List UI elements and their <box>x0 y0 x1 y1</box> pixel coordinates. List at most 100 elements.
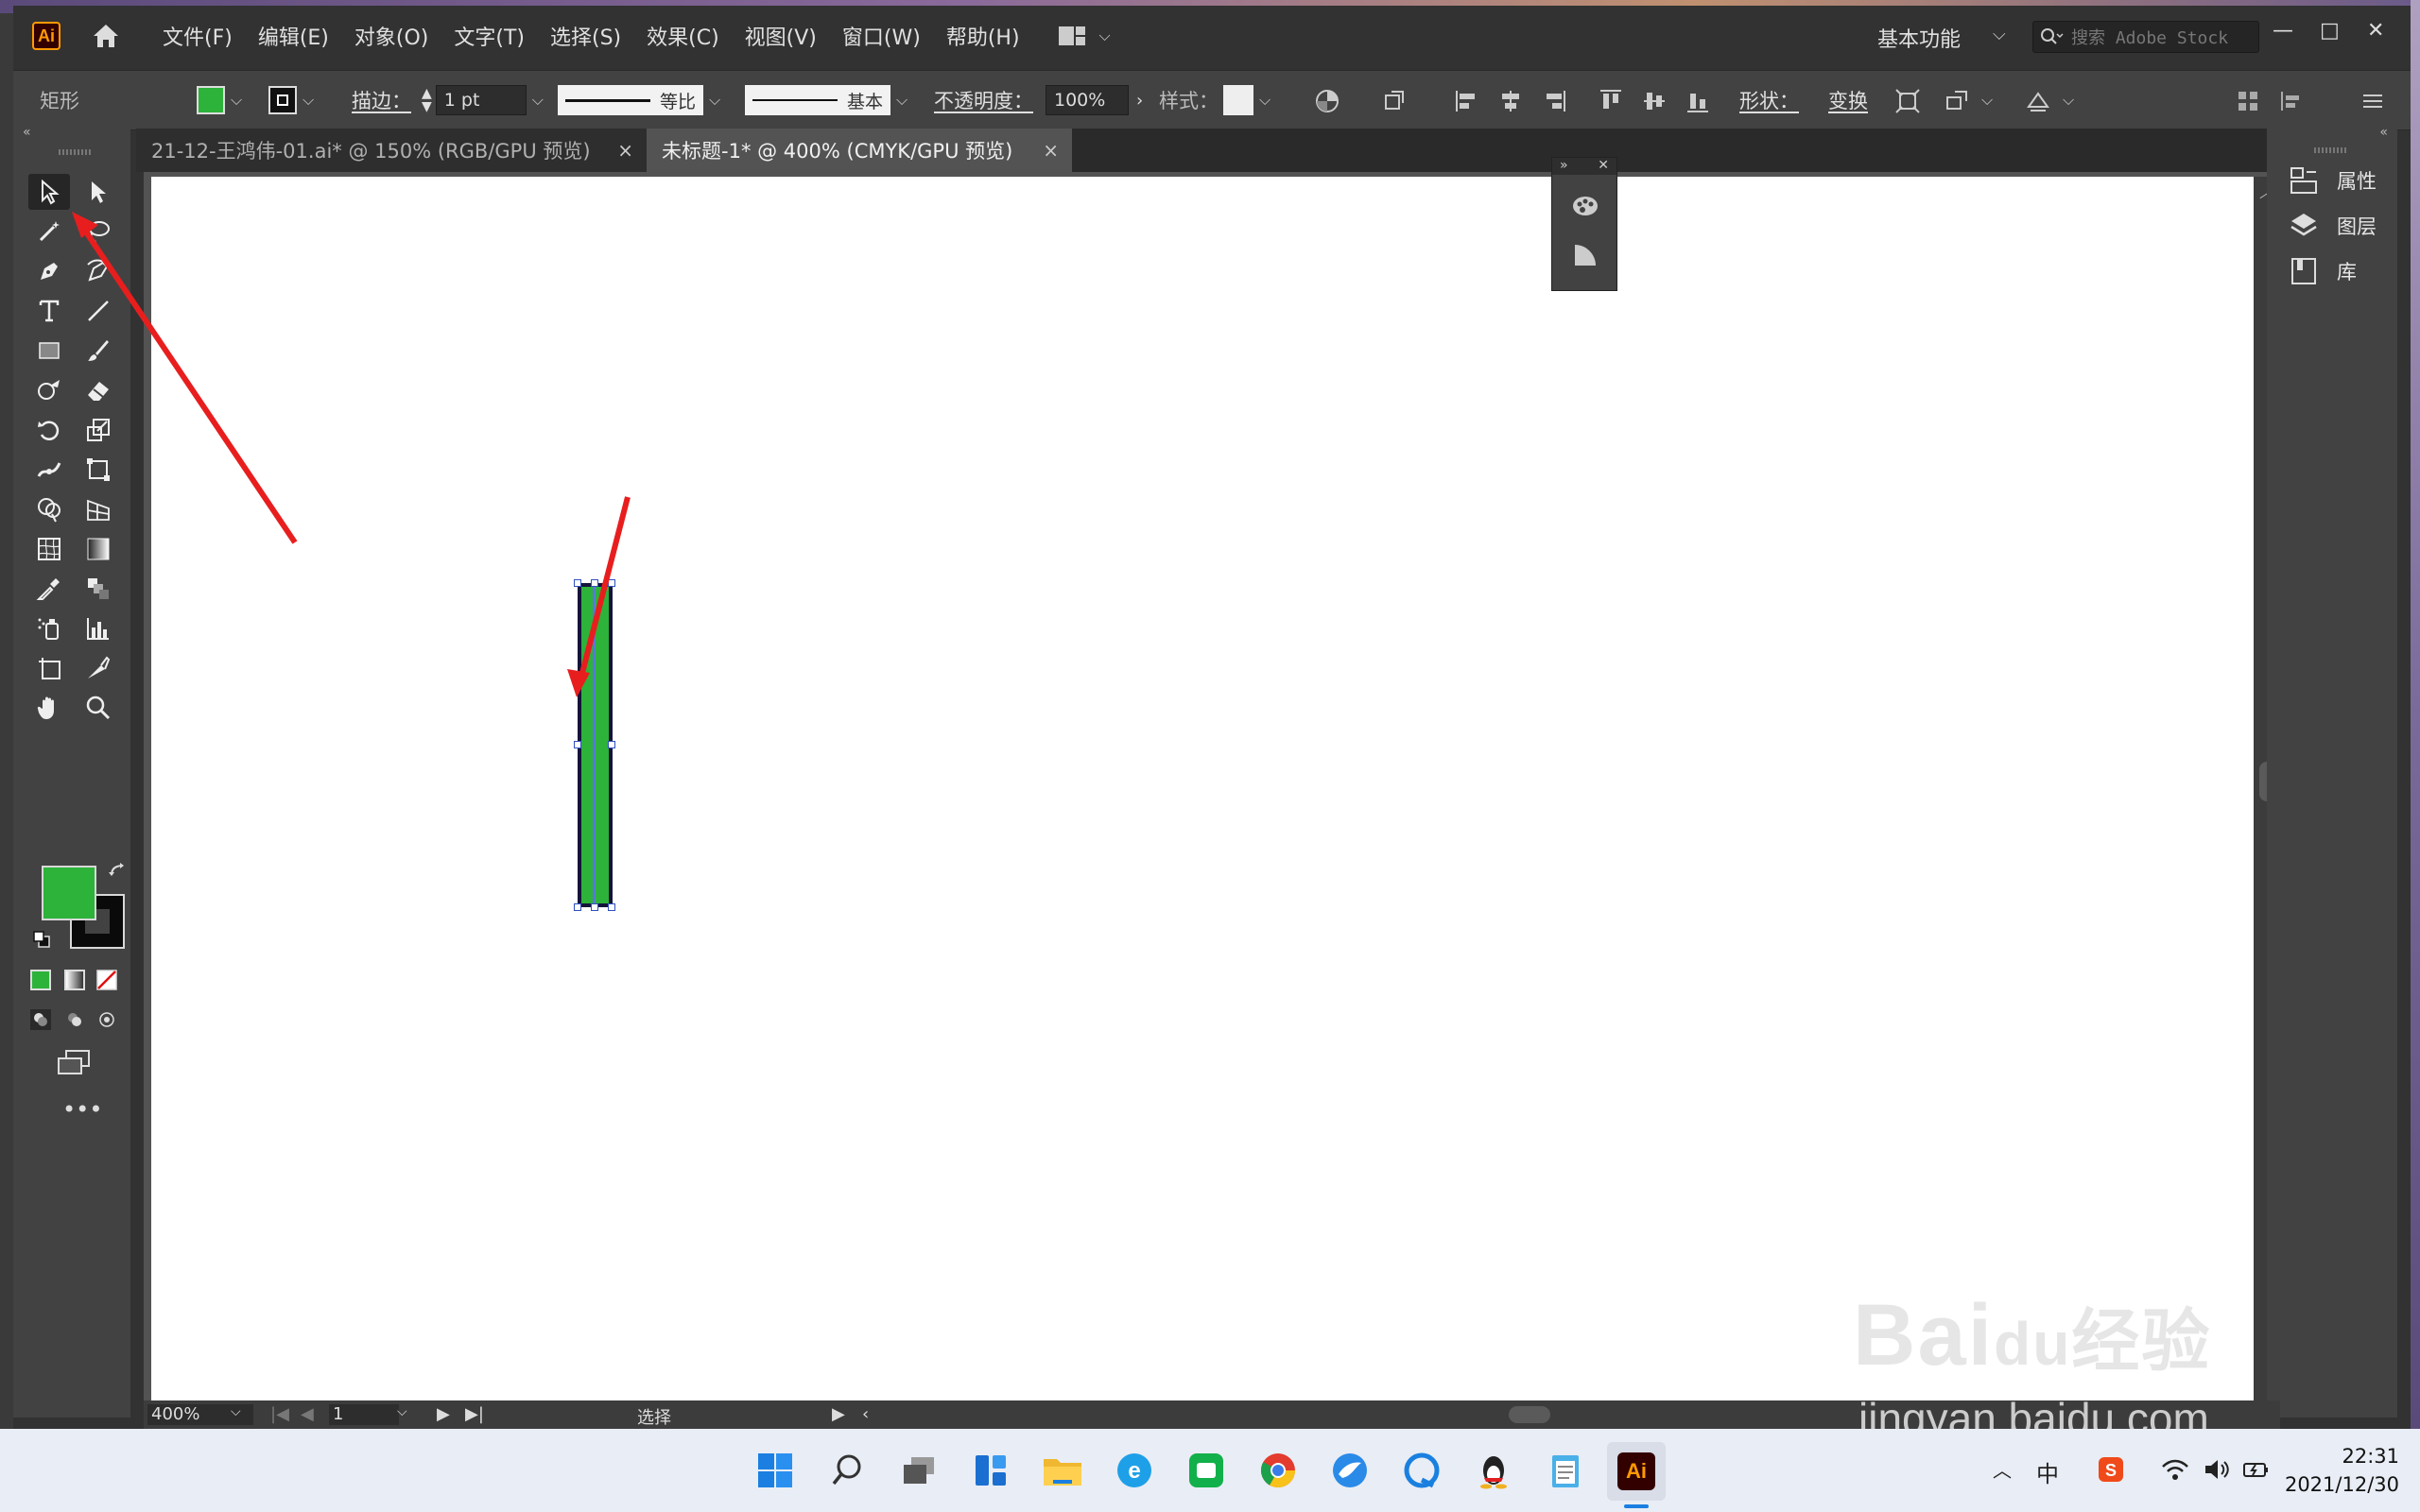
collapse-dock-icon[interactable]: « <box>2379 125 2388 140</box>
selection-handle[interactable] <box>574 579 581 587</box>
stroke-color-control[interactable]: ⌵ <box>268 71 314 129</box>
default-fill-stroke-icon[interactable] <box>32 930 51 949</box>
shape-label[interactable]: 形状： <box>1739 71 1799 129</box>
paintbrush-tool[interactable] <box>78 333 119 369</box>
fill-color-box[interactable] <box>42 866 96 920</box>
selection-handle[interactable] <box>574 903 581 911</box>
wechat-button[interactable] <box>1184 1448 1229 1493</box>
first-artboard-icon[interactable]: |◀ <box>270 1404 289 1424</box>
none-mode-icon[interactable] <box>96 970 117 990</box>
draw-inside-icon[interactable] <box>96 1009 117 1030</box>
opacity-input[interactable]: 100% <box>1046 85 1129 115</box>
qq-button[interactable] <box>1471 1448 1516 1493</box>
shaper-tool[interactable] <box>28 372 70 408</box>
type-tool[interactable] <box>28 293 70 329</box>
chevron-down-icon[interactable]: ⌵ <box>709 91 720 110</box>
search-button[interactable] <box>824 1448 870 1493</box>
rotate-tool[interactable] <box>28 412 70 448</box>
next-artboard-icon[interactable]: ▶ <box>437 1404 450 1424</box>
system-clock[interactable]: 22:31 2021/12/30 <box>2276 1442 2399 1499</box>
blend-tool[interactable] <box>78 571 119 607</box>
stepper-icon[interactable]: ▲ ▼ <box>422 87 432 113</box>
lasso-tool[interactable] <box>78 214 119 249</box>
stock-search-input[interactable]: 搜索 Adobe Stock <box>2032 21 2259 53</box>
panel-grip[interactable] <box>59 149 93 155</box>
color-palette-icon[interactable] <box>1571 192 1599 220</box>
draw-behind-icon[interactable] <box>64 1009 85 1030</box>
widgets-button[interactable] <box>968 1448 1013 1493</box>
column-graph-tool[interactable] <box>78 610 119 646</box>
graphic-style-control[interactable]: ⌵ <box>1223 71 1270 129</box>
edge-browser-button[interactable]: e <box>1112 1448 1157 1493</box>
maximize-button[interactable]: □ <box>2320 19 2340 43</box>
chevron-right-icon[interactable]: › <box>1136 91 1143 111</box>
stroke-swatch[interactable] <box>268 86 297 114</box>
transform-label[interactable]: 变换 <box>1828 71 1868 129</box>
close-tab-button[interactable]: × <box>1043 139 1059 162</box>
line-segment-tool[interactable] <box>78 293 119 329</box>
transform-icon[interactable] <box>1382 88 1409 114</box>
selection-handle[interactable] <box>608 903 615 911</box>
tab-document-2[interactable]: 未标题-1* @ 400% (CMYK/GPU 预览) × <box>647 129 1072 172</box>
mesh-tool[interactable] <box>28 531 70 567</box>
pen-tool[interactable] <box>28 253 70 289</box>
chevron-down-icon[interactable]: ⌵ <box>1259 91 1270 110</box>
zoom-tool[interactable] <box>78 690 119 726</box>
selection-handle[interactable] <box>591 903 598 911</box>
opacity-label[interactable]: 不透明度： <box>934 71 1033 129</box>
align-right-icon[interactable] <box>1541 88 1567 114</box>
illustrator-taskbar-button[interactable]: Ai <box>1607 1442 1666 1501</box>
menu-help[interactable]: 帮助(H) <box>946 21 1020 51</box>
status-menu-icon[interactable]: ▶ <box>832 1404 845 1424</box>
stroke-weight-control[interactable]: ▲ ▼ 1 pt ⌵ <box>422 71 544 129</box>
align-top-icon[interactable] <box>1598 88 1624 114</box>
artboard-tool[interactable] <box>28 650 70 686</box>
chevron-down-icon[interactable]: ⌵ <box>2063 71 2074 129</box>
dock-grip[interactable] <box>2314 147 2348 153</box>
eraser-tool[interactable] <box>78 372 119 408</box>
style-swatch[interactable] <box>1223 85 1253 115</box>
libraries-panel-tab[interactable]: 库 <box>2288 255 2357 287</box>
selection-handle[interactable] <box>574 741 581 748</box>
isolate-icon[interactable] <box>1894 88 1921 114</box>
eyedropper-tool[interactable] <box>28 571 70 607</box>
rectangle-tool[interactable] <box>28 333 70 369</box>
quick-actions-icon[interactable] <box>2025 88 2051 114</box>
stroke-weight-input[interactable]: 1 pt <box>435 85 527 115</box>
color-guide-icon[interactable] <box>1571 241 1599 269</box>
chevron-down-icon[interactable]: ⌵ <box>1981 71 1993 129</box>
cloud-app-button[interactable] <box>1399 1448 1444 1493</box>
symbol-sprayer-tool[interactable] <box>28 610 70 646</box>
chevron-down-icon[interactable]: ⌵ <box>302 91 314 110</box>
menu-select[interactable]: 选择(S) <box>550 21 621 51</box>
slice-tool[interactable] <box>78 650 119 686</box>
start-button[interactable] <box>752 1448 798 1493</box>
shape-builder-tool[interactable] <box>28 491 70 527</box>
stroke-label[interactable]: 描边： <box>352 71 411 129</box>
recolor-artwork-icon[interactable] <box>1314 88 1340 114</box>
volume-icon[interactable] <box>2203 1457 2231 1482</box>
chevron-down-icon[interactable]: ⌵ <box>532 91 544 110</box>
panel-menu-icon[interactable] <box>2360 88 2386 114</box>
arrange-panels-icon[interactable] <box>2235 88 2261 114</box>
tab-document-1[interactable]: 21-12-王鸿伟-01.ai* @ 150% (RGB/GPU 预览) × <box>136 129 647 172</box>
align-left-icon[interactable] <box>1454 88 1480 114</box>
chevron-down-icon[interactable]: ⌵ <box>397 1404 407 1419</box>
close-tab-button[interactable]: × <box>617 139 633 162</box>
collapse-panel-icon[interactable]: « <box>23 125 31 140</box>
feishu-button[interactable] <box>1327 1448 1373 1493</box>
hand-tool[interactable] <box>28 690 70 726</box>
draw-normal-icon[interactable] <box>30 1009 51 1030</box>
menu-object[interactable]: 对象(O) <box>354 21 428 51</box>
chevron-down-icon[interactable]: ⌵ <box>1993 25 2006 44</box>
task-view-button[interactable] <box>896 1448 942 1493</box>
brush-definition[interactable]: 基本 ⌵ <box>745 71 908 129</box>
align-center-icon[interactable] <box>1497 88 1524 114</box>
expand-panel-icon[interactable]: » <box>1560 158 1568 173</box>
free-transform-tool[interactable] <box>78 452 119 488</box>
opacity-control[interactable]: 100% › <box>1046 71 1143 129</box>
last-artboard-icon[interactable]: ▶| <box>465 1404 484 1424</box>
close-window-button[interactable]: ✕ <box>2367 19 2384 43</box>
gradient-tool[interactable] <box>78 531 119 567</box>
perspective-grid-tool[interactable] <box>78 491 119 527</box>
